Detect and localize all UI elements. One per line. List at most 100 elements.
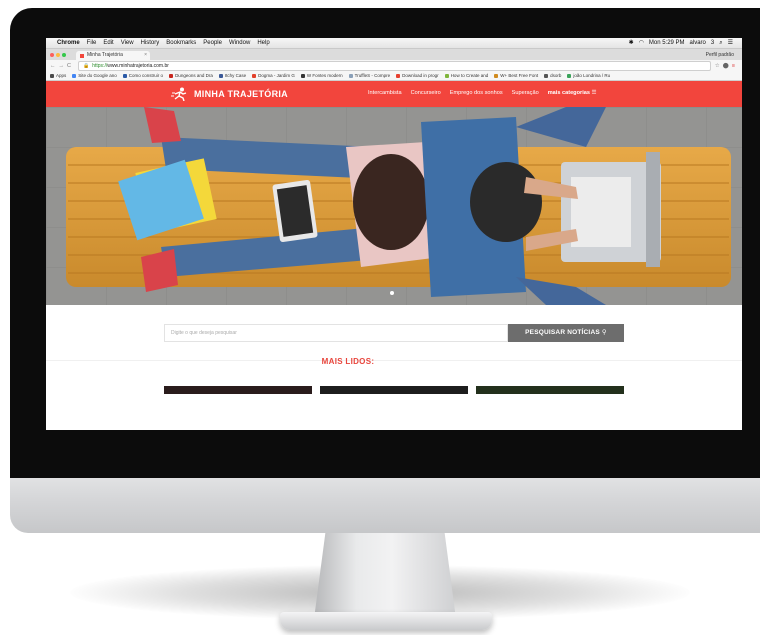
bookmark-favicon-icon (169, 73, 174, 78)
menu-window[interactable]: Window (229, 38, 250, 48)
extension-icon[interactable]: ⬤ (723, 63, 729, 69)
bookmark-item[interactable]: Apps (50, 73, 66, 78)
notifications-icon[interactable]: ☰ (728, 38, 733, 48)
bookmark-label: Download in progr (402, 73, 439, 78)
close-tab-icon[interactable]: × (144, 51, 147, 60)
hero-photo (46, 107, 742, 305)
bookmark-favicon-icon (72, 73, 77, 78)
bluetooth-icon[interactable]: ✱ (629, 38, 634, 48)
bookmark-label: Itchy Case (224, 73, 247, 78)
article-thumbnail[interactable] (476, 386, 624, 394)
article-thumbnail[interactable] (320, 386, 468, 394)
bookmark-label: dsorb (550, 73, 562, 78)
bookmark-item[interactable]: dsorb (544, 73, 561, 78)
bookmark-item[interactable]: W Fontes modern (300, 73, 343, 78)
bookmark-favicon-icon (567, 73, 572, 78)
bookmark-favicon-icon (252, 73, 257, 78)
bookmark-label: Site do Google ano (78, 73, 117, 78)
bookmark-item[interactable]: joão Londrina / Ru (567, 73, 610, 78)
bookmark-label: W+ Best Free Font (500, 73, 539, 78)
nav-intercambista[interactable]: Intercambista (368, 90, 402, 96)
nav-more-categories[interactable]: mais categorias ☰ (548, 90, 597, 96)
tab-favicon-icon (80, 53, 84, 58)
clock[interactable]: Mon 5:29 PM (649, 38, 685, 48)
bookmark-label: Dungeons and Dra (175, 73, 213, 78)
window-controls (50, 53, 68, 57)
spotlight-icon[interactable]: ⌕ (719, 38, 722, 48)
monitor-screen: Chrome File Edit View History Bookmarks … (46, 38, 742, 430)
search-icon: ⚲ (601, 329, 607, 336)
bookmark-star-icon[interactable]: ☆ (715, 63, 720, 69)
menu-history[interactable]: History (141, 38, 160, 48)
search-button[interactable]: PESQUISAR NOTÍCIAS ⚲ (508, 324, 624, 342)
bookmark-label: How to Create and (450, 73, 489, 78)
monitor-stand (314, 533, 456, 619)
browser-tabbar: Minha Trajetória × Perfil padrão (46, 49, 742, 60)
site-nav: Intercambista Concurseiro Emprego dos so… (368, 90, 606, 96)
nav-superacao[interactable]: Superação (512, 90, 539, 96)
bookmark-item[interactable]: Itchy Case (218, 73, 247, 78)
monitor-stand-base (280, 612, 492, 630)
bookmark-favicon-icon (218, 73, 223, 78)
article-thumbnail[interactable] (164, 386, 312, 394)
user-suffix: 3 (710, 40, 715, 46)
profile-button[interactable]: Perfil padrão (706, 52, 734, 58)
wifi-icon[interactable]: ◠ (639, 38, 644, 48)
minimize-window-icon[interactable] (56, 53, 60, 57)
bookmark-label: W Fontes modern (306, 73, 343, 78)
bookmark-favicon-icon (396, 73, 401, 78)
hero-banner[interactable] (46, 107, 742, 305)
zoom-window-icon[interactable] (62, 53, 66, 57)
search-section: Digite o que deseja pesquisar PESQUISAR … (46, 305, 742, 361)
section-title-mais-lidos: MAIS LIDOS: (321, 357, 375, 366)
bookmark-item[interactable]: TruffleS - Compre (348, 73, 391, 78)
browser-toolbar: ← → C 🔒 https:// www.minhatrajetoria.com… (46, 60, 742, 71)
nav-concurseiro[interactable]: Concurseiro (411, 90, 441, 96)
bookmark-favicon-icon (300, 73, 305, 78)
search-input[interactable]: Digite o que deseja pesquisar (164, 324, 508, 342)
bookmarks-bar: Apps Site do Google ano Como construir o Du… (46, 71, 742, 81)
menubar-status: ✱ ◠ Mon 5:29 PM alvaro 3 ⌕ ☰ (629, 38, 738, 48)
url-scheme: https:// (92, 62, 108, 69)
bookmark-favicon-icon (50, 73, 54, 78)
menu-edit[interactable]: Edit (103, 38, 113, 48)
mac-menubar: Chrome File Edit View History Bookmarks … (46, 38, 742, 49)
search-button-label: PESQUISAR NOTÍCIAS (525, 329, 600, 336)
tab-title: Minha Trajetória (87, 52, 123, 58)
bookmark-label: TruffleS - Compre (354, 73, 391, 78)
browser-tab[interactable]: Minha Trajetória × (76, 51, 150, 60)
menu-icon[interactable]: ≡ (732, 63, 735, 69)
site-header: MINHA TRAJETÓRIA Intercambista Concursei… (46, 81, 742, 107)
bookmark-item[interactable]: How to Create and (444, 73, 489, 78)
url-field[interactable]: 🔒 https:// www.minhatrajetoria.com.br (77, 60, 711, 71)
reload-icon[interactable]: C (67, 63, 71, 69)
site-logo[interactable]: MINHA TRAJETÓRIA (171, 87, 288, 101)
bookmark-favicon-icon (544, 73, 549, 78)
lock-icon: 🔒 (82, 62, 90, 69)
forward-icon[interactable]: → (59, 63, 65, 69)
menu-help[interactable]: Help (257, 38, 269, 48)
bookmark-favicon-icon (444, 73, 449, 78)
bookmark-favicon-icon (122, 73, 127, 78)
bookmark-item[interactable]: Dogma - Jardim G (252, 73, 295, 78)
bookmark-item[interactable]: Site do Google ano (72, 73, 117, 78)
nav-emprego-dos-sonhos[interactable]: Emprego dos sonhos (450, 90, 503, 96)
bookmark-favicon-icon (494, 73, 499, 78)
menu-app-name[interactable]: Chrome (57, 38, 80, 48)
runner-logo-icon (171, 87, 187, 101)
bookmark-item[interactable]: Dungeons and Dra (169, 73, 213, 78)
bookmark-item[interactable]: W+ Best Free Font (494, 73, 538, 78)
user-name[interactable]: alvaro (690, 38, 706, 48)
menu-file[interactable]: File (87, 38, 97, 48)
bookmark-item[interactable]: Download in progr (396, 73, 439, 78)
bookmark-favicon-icon (348, 73, 353, 78)
menu-people[interactable]: People (203, 38, 222, 48)
bookmark-label: joão Londrina / Ru (573, 73, 611, 78)
back-icon[interactable]: ← (50, 63, 56, 69)
carousel-indicator[interactable] (390, 291, 394, 295)
bookmark-label: Apps (56, 73, 67, 78)
menu-view[interactable]: View (121, 38, 134, 48)
close-window-icon[interactable] (50, 53, 54, 57)
menu-bookmarks[interactable]: Bookmarks (166, 38, 196, 48)
bookmark-item[interactable]: Como construir o (122, 73, 163, 78)
